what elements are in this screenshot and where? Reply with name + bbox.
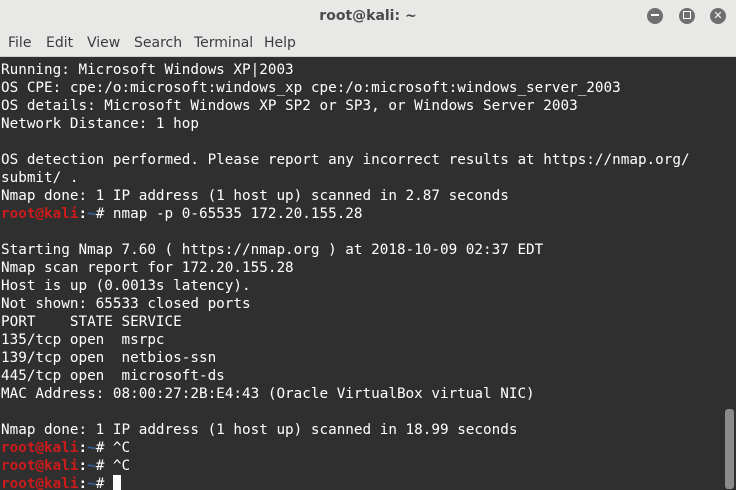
- output-line: Nmap done: 1 IP address (1 host up) scan…: [1, 422, 518, 438]
- menu-search[interactable]: Search: [134, 35, 182, 51]
- prompt-line: root@kali:~# nmap -p 0-65535 172.20.155.…: [1, 205, 363, 223]
- prompt-symbol: #: [95, 440, 113, 456]
- output-line: Starting Nmap 7.60 ( https://nmap.org ) …: [1, 242, 544, 258]
- output-line: 135/tcp open msrpc: [1, 332, 165, 348]
- prompt-separator: :: [78, 440, 88, 456]
- menu-bar: File Edit View Search Terminal Help: [0, 32, 736, 57]
- prompt-path: ~: [87, 440, 96, 456]
- prompt-user: root@kali: [1, 458, 79, 474]
- minimize-button[interactable]: [647, 8, 663, 24]
- prompt-path: ~: [87, 476, 96, 490]
- menu-help[interactable]: Help: [264, 35, 296, 51]
- terminal-output[interactable]: Running: Microsoft Windows XP|2003 OS CPE…: [0, 57, 722, 490]
- menu-terminal[interactable]: Terminal: [194, 35, 253, 51]
- window-title: root@kali: ~: [319, 8, 417, 24]
- prompt-line: root@kali:~# ^C: [1, 457, 130, 475]
- close-button[interactable]: ✕: [710, 8, 726, 24]
- prompt-path: ~: [87, 458, 96, 474]
- prompt-separator: :: [78, 206, 88, 222]
- vertical-scrollbar[interactable]: [722, 57, 736, 490]
- minimize-icon: [651, 14, 659, 16]
- output-line: 445/tcp open microsoft-ds: [1, 368, 225, 384]
- terminal-window: root@kali: ~ ✕ File Edit View Search Ter…: [0, 0, 736, 490]
- prompt-separator: :: [78, 458, 88, 474]
- output-line: Nmap done: 1 IP address (1 host up) scan…: [1, 188, 509, 204]
- prompt-symbol: #: [95, 458, 113, 474]
- output-line: submit/ .: [1, 170, 79, 186]
- output-line: 139/tcp open netbios-ssn: [1, 350, 217, 366]
- prompt-symbol: #: [95, 476, 113, 490]
- scrollbar-thumb[interactable]: [725, 409, 734, 489]
- title-bar[interactable]: root@kali: ~ ✕: [0, 0, 736, 33]
- menu-file[interactable]: File: [8, 35, 31, 51]
- prompt-line: root@kali:~#: [1, 475, 121, 490]
- output-line: Host is up (0.0013s latency).: [1, 278, 251, 294]
- command-text: ^C: [112, 458, 131, 474]
- output-line: Running: Microsoft Windows XP|2003: [1, 62, 294, 78]
- output-line: OS detection performed. Please report an…: [1, 152, 690, 168]
- menu-edit[interactable]: Edit: [46, 35, 73, 51]
- output-line: OS CPE: cpe:/o:microsoft:windows_xp cpe:…: [1, 80, 621, 96]
- command-text: nmap -p 0-65535 172.20.155.28: [112, 206, 363, 222]
- output-line: Not shown: 65533 closed ports: [1, 296, 251, 312]
- prompt-symbol: #: [95, 206, 113, 222]
- prompt-path: ~: [87, 206, 96, 222]
- prompt-user: root@kali: [1, 206, 79, 222]
- command-text: ^C: [112, 440, 131, 456]
- prompt-user: root@kali: [1, 440, 79, 456]
- output-line: OS details: Microsoft Windows XP SP2 or …: [1, 98, 578, 114]
- output-line: Network Distance: 1 hop: [1, 116, 199, 132]
- close-icon: ✕: [713, 9, 723, 22]
- prompt-user: root@kali: [1, 476, 79, 490]
- output-line: Nmap scan report for 172.20.155.28: [1, 260, 294, 276]
- maximize-button[interactable]: [679, 8, 695, 24]
- menu-view[interactable]: View: [87, 35, 120, 51]
- text-cursor: [112, 475, 121, 490]
- output-line: MAC Address: 08:00:27:2B:E4:43 (Oracle V…: [1, 386, 535, 402]
- output-line: PORT STATE SERVICE: [1, 314, 182, 330]
- prompt-separator: :: [78, 476, 88, 490]
- maximize-icon: [683, 11, 691, 19]
- prompt-line: root@kali:~# ^C: [1, 439, 130, 457]
